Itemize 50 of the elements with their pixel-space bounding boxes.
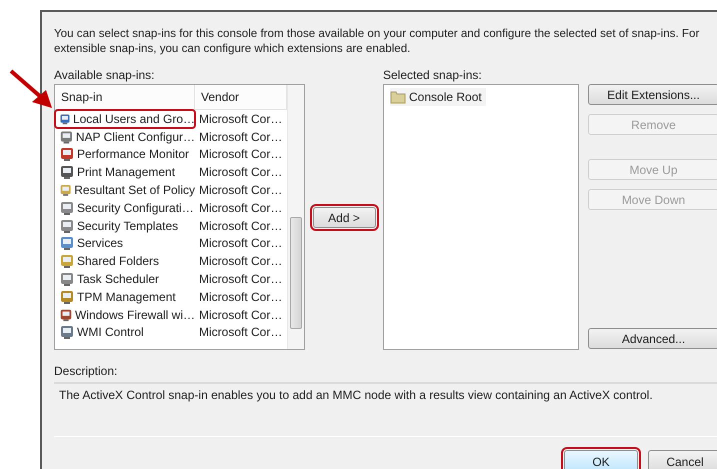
- snapin-icon: [59, 253, 75, 270]
- dialog-button[interactable]: Cancel: [648, 450, 717, 469]
- snapin-name[interactable]: Shared Folders: [55, 252, 195, 270]
- selected-item[interactable]: Console Root: [390, 88, 486, 106]
- snapin-icon: [59, 324, 75, 340]
- snapin-name[interactable]: Performance Monitor: [55, 146, 195, 164]
- available-label: Available snap-ins:: [54, 68, 156, 82]
- snapin-name[interactable]: NAP Client Configur…: [55, 128, 195, 146]
- vendor-cell-text: Microsoft Cor…: [198, 200, 284, 217]
- selected-label: Selected snap-ins:: [383, 68, 483, 82]
- snapin-name[interactable]: Local Users and Gro…: [55, 110, 195, 128]
- snapin-name[interactable]: Services: [55, 234, 195, 252]
- folder-icon: [390, 90, 406, 104]
- pointer-arrow: [8, 68, 54, 110]
- vendor-cell-text: Microsoft Cor…: [198, 146, 284, 164]
- vendor-cell-text: Microsoft Cor…: [198, 110, 284, 128]
- vendor-cell-text: Microsoft Cor…: [198, 271, 284, 288]
- vendor-cell-text: Microsoft Cor…: [198, 128, 284, 146]
- snapin-icon: [59, 182, 72, 198]
- dialog-button[interactable]: OK: [564, 450, 638, 469]
- snapin-name[interactable]: Task Scheduler: [55, 270, 195, 288]
- snapin-name[interactable]: WMI Control: [55, 324, 195, 342]
- vendor-cell-text: Microsoft Cor…: [198, 253, 284, 270]
- snapin-icon: [59, 146, 75, 162]
- snapin-name[interactable]: Security Templates: [55, 216, 195, 235]
- snapin-name[interactable]: TPM Management: [55, 288, 195, 306]
- side-button[interactable]: Advanced...: [588, 328, 717, 349]
- snapin-name[interactable]: Print Management: [55, 163, 195, 182]
- vendor-cell-text: Microsoft Cor…: [198, 306, 284, 324]
- snapin-name[interactable]: Security Configurati…: [55, 198, 195, 217]
- intro-text: You can select snap-ins for this console from those available on your computer and configure the selected set of snap-ins. For extensible snap-ins, you can configure which extensions are enabled.: [54, 26, 700, 56]
- description-text: The ActiveX Control snap-in enables you to add an MMC node with a results view containing an ActiveX control.: [54, 382, 717, 437]
- vendor-cell-text: Microsoft Cor…: [198, 182, 284, 199]
- snapin-icon: [59, 288, 75, 305]
- snapin-icon: [59, 271, 75, 288]
- vendor-cell-text: Microsoft Cor…: [198, 288, 284, 306]
- description-label: Description:: [54, 364, 118, 378]
- snapin-icon: [59, 200, 75, 216]
- scrollbar[interactable]: [287, 85, 304, 349]
- side-button[interactable]: Edit Extensions...: [588, 84, 717, 105]
- vendor-cell-text: Microsoft Cor…: [198, 164, 284, 182]
- snapin-icon: [59, 128, 74, 145]
- snapin-icon: [59, 218, 75, 234]
- snapin-name[interactable]: Windows Firewall wi…: [55, 306, 195, 324]
- snapin-icon: [59, 164, 75, 180]
- vendor-cell-text: Microsoft Cor…: [198, 235, 284, 252]
- vendor-cell-text: Microsoft Cor…: [198, 218, 284, 235]
- vendor-cell-text: Microsoft Cor…: [198, 324, 284, 342]
- snapin-icon: [59, 235, 75, 252]
- snapin-name[interactable]: Resultant Set of Policy: [55, 181, 195, 199]
